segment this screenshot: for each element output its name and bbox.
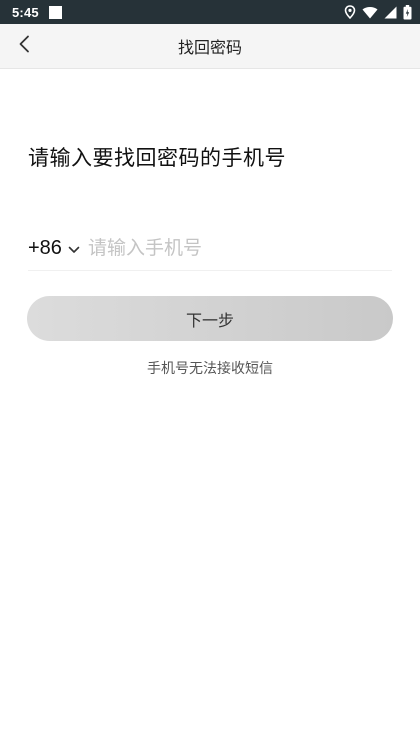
chevron-left-icon — [18, 35, 30, 57]
cannot-receive-sms-link[interactable]: 手机号无法接收短信 — [0, 358, 420, 378]
page-title: 找回密码 — [177, 38, 242, 57]
phone-input-row: +86 — [28, 226, 392, 271]
status-bar: 5:45 — [0, 0, 420, 24]
country-code-selector[interactable]: +86 — [28, 237, 88, 260]
country-code-text: +86 — [28, 236, 62, 259]
signal-icon — [384, 6, 397, 19]
wifi-icon — [362, 6, 378, 19]
chevron-down-icon — [68, 239, 80, 258]
nav-bar: 找回密码 — [0, 24, 420, 69]
next-step-button[interactable]: 下一步 — [27, 296, 393, 341]
notification-square-icon — [48, 5, 62, 19]
status-time: 5:45 — [12, 4, 39, 20]
back-button[interactable] — [8, 30, 40, 62]
status-right — [344, 4, 412, 20]
phone-number-input[interactable] — [87, 237, 392, 259]
instruction-heading: 请输入要找回密码的手机号 — [28, 146, 286, 170]
battery-icon — [403, 4, 412, 20]
location-icon — [344, 5, 356, 19]
status-left: 5:45 — [12, 5, 62, 20]
